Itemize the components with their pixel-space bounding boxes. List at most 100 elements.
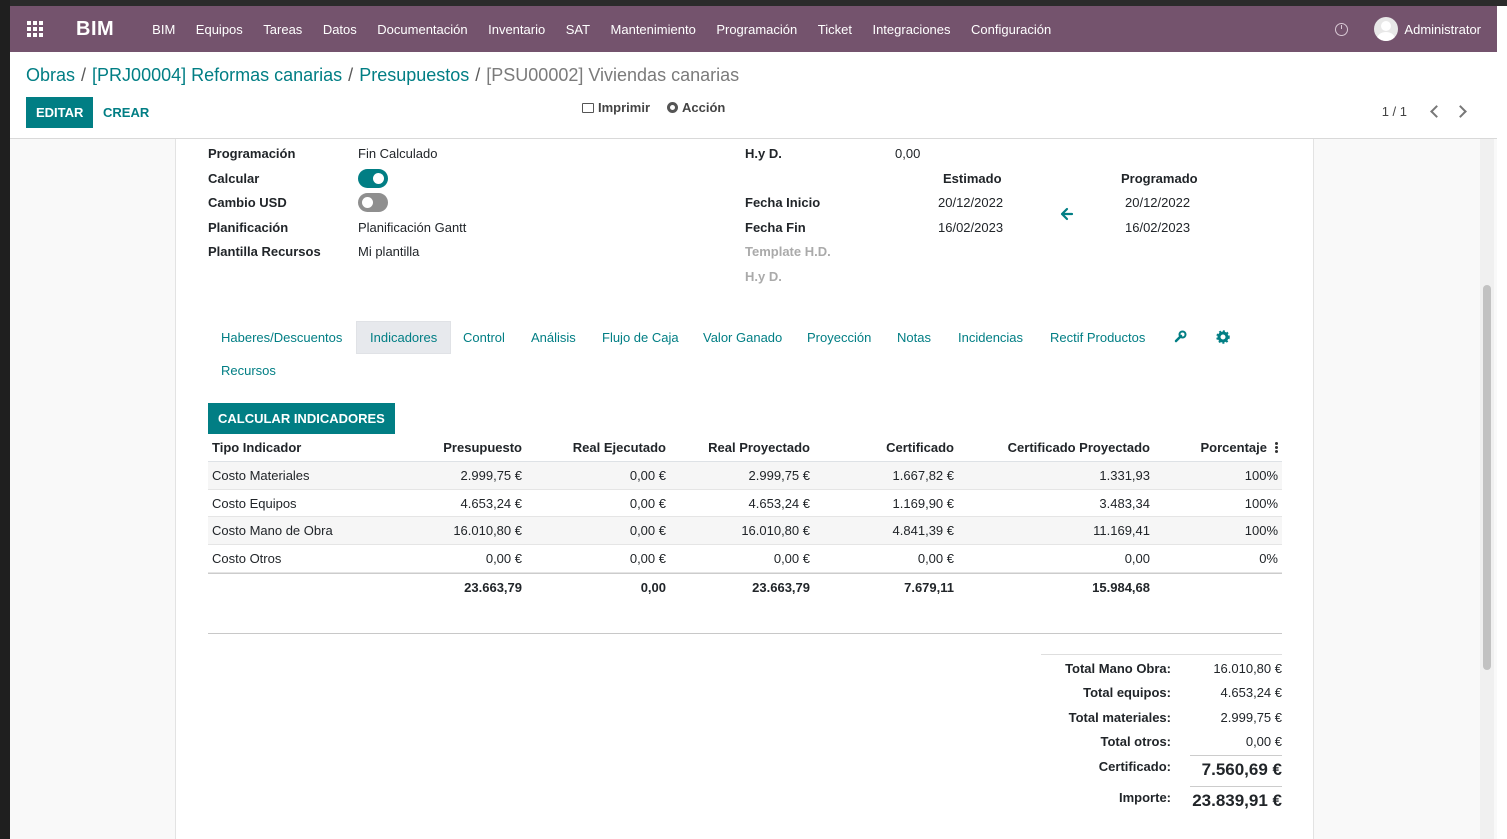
table-cell: Costo Materiales	[212, 467, 310, 483]
tab-notas[interactable]: Notas	[884, 321, 944, 354]
cambio-usd-toggle[interactable]	[358, 193, 388, 212]
table-row[interactable]: Costo Otros 0,00 € 0,00 € 0,00 € 0,00 € 0,00 0…	[208, 545, 1282, 573]
tab-recursos[interactable]: Recursos	[208, 354, 289, 387]
programacion-field[interactable]: Fin Calculado	[358, 146, 438, 161]
header-tipo-indicador[interactable]: Tipo Indicador	[212, 433, 301, 461]
column-options-icon[interactable]	[1269, 433, 1278, 461]
calcular-toggle[interactable]	[358, 169, 388, 188]
table-footer: 23.663,79 0,00 23.663,79 7.679,11 15.984…	[208, 572, 1282, 601]
breadcrumb: Obras / [PRJ00004] Reformas canarias / Presu…	[26, 65, 739, 86]
tab-valor-ganado[interactable]: Valor Ganado	[690, 321, 795, 354]
total-presupuesto: 23.663,79	[464, 579, 522, 595]
menu-item-mantenimiento[interactable]: Mantenimiento	[611, 22, 696, 37]
total-mano-obra-value: 16.010,80 €	[1213, 661, 1282, 676]
menu-item-programacion[interactable]: Programación	[716, 22, 797, 37]
arrow-left-icon[interactable]	[1060, 207, 1074, 221]
table-cell: 3.483,34	[1099, 495, 1150, 511]
table-cell: 2.999,75 €	[748, 467, 810, 483]
main-menu: BIM Equipos Tareas Datos Documentación I…	[152, 22, 1072, 37]
breadcrumb-project[interactable]: [PRJ00004] Reformas canarias	[92, 65, 342, 85]
gear-icon[interactable]	[1216, 330, 1230, 344]
app-brand[interactable]: BIM	[76, 18, 114, 41]
print-button[interactable]: Imprimir	[582, 100, 650, 115]
menu-item-tareas[interactable]: Tareas	[263, 22, 302, 37]
table-cell: 100%	[1244, 523, 1278, 539]
menu-item-configuracion[interactable]: Configuración	[971, 22, 1051, 37]
apps-menu-icon[interactable]	[10, 6, 60, 52]
table-cell: 11.169,41	[1093, 523, 1150, 539]
tab-analisis[interactable]: Análisis	[518, 321, 589, 354]
table-cell: 1.169,90 €	[892, 495, 954, 511]
fecha-fin-programado[interactable]: 16/02/2023	[1125, 220, 1190, 235]
header-certificado[interactable]: Certificado	[886, 433, 954, 461]
menu-item-datos[interactable]: Datos	[323, 22, 357, 37]
menu-item-ticket[interactable]: Ticket	[818, 22, 852, 37]
programado-header: Programado	[1121, 171, 1198, 186]
tab-flujo-de-caja[interactable]: Flujo de Caja	[589, 321, 692, 354]
create-button[interactable]: CREAR	[103, 97, 149, 128]
table-cell: 100%	[1244, 495, 1278, 511]
fecha-fin-estimado[interactable]: 16/02/2023	[938, 220, 1003, 235]
fecha-fin-label: Fecha Fin	[745, 220, 806, 235]
top-navbar: BIM BIM Equipos Tareas Datos Documentaci…	[10, 6, 1497, 52]
breadcrumb-presupuestos[interactable]: Presupuestos	[359, 65, 469, 85]
table-row[interactable]: Costo Equipos 4.653,24 € 0,00 € 4.653,24 € 1…	[208, 490, 1282, 518]
header-presupuesto[interactable]: Presupuesto	[443, 433, 522, 461]
tab-incidencias[interactable]: Incidencias	[945, 321, 1036, 354]
total-otros-value: 0,00 €	[1245, 734, 1282, 749]
avatar[interactable]	[1374, 17, 1399, 41]
tab-control[interactable]: Control	[450, 321, 518, 354]
menu-item-integraciones[interactable]: Integraciones	[872, 22, 950, 37]
table-body: Costo Materiales 2.999,75 € 0,00 € 2.999,75…	[208, 462, 1282, 573]
table-cell: 100%	[1244, 467, 1278, 483]
table-row[interactable]: Costo Materiales 2.999,75 € 0,00 € 2.999,75…	[208, 462, 1282, 490]
gear-icon	[667, 102, 678, 113]
planificacion-field[interactable]: Planificación Gantt	[358, 220, 466, 235]
table-cell: 16.010,80 €	[453, 523, 522, 539]
summary-separator	[1190, 786, 1282, 787]
menu-item-bim[interactable]: BIM	[152, 22, 175, 37]
header-certificado-proyectado[interactable]: Certificado Proyectado	[1008, 433, 1150, 461]
wrench-icon[interactable]	[1173, 330, 1187, 344]
importe-value: 23.839,91 €	[1192, 791, 1282, 810]
total-real-ejecutado: 0,00	[640, 579, 666, 595]
fecha-inicio-label: Fecha Inicio	[745, 195, 821, 210]
table-cell: 4.653,24 €	[748, 495, 810, 511]
tab-indicadores[interactable]: Indicadores	[356, 321, 452, 354]
fecha-inicio-estimado[interactable]: 20/12/2022	[938, 195, 1003, 210]
menu-item-inventario[interactable]: Inventario	[488, 22, 545, 37]
scrollbar-thumb[interactable]	[1483, 285, 1491, 670]
edit-button[interactable]: EDITAR	[26, 97, 94, 128]
pager-value[interactable]: 1 / 1	[1382, 104, 1407, 119]
breadcrumb-separator: /	[348, 65, 354, 85]
calcular-label: Calcular	[208, 171, 260, 186]
total-certificado: 7.679,11	[904, 579, 954, 595]
table-cell: 4.841,39 €	[892, 523, 954, 539]
menu-item-sat[interactable]: SAT	[566, 22, 590, 37]
plantilla-recursos-field[interactable]: Mi plantilla	[358, 244, 419, 259]
breadcrumb-separator: /	[475, 65, 481, 85]
tab-proyeccion[interactable]: Proyección	[794, 321, 884, 354]
breadcrumb-separator: /	[81, 65, 87, 85]
tab-rectif-productos[interactable]: Rectif Productos	[1037, 321, 1158, 354]
user-menu[interactable]: Administrator	[1404, 22, 1481, 37]
header-real-ejecutado[interactable]: Real Ejecutado	[573, 433, 666, 461]
hyd-field[interactable]: 0,00	[895, 146, 920, 161]
programacion-label: Programación	[208, 146, 296, 161]
fecha-inicio-programado[interactable]: 20/12/2022	[1125, 195, 1190, 210]
calcular-indicadores-button[interactable]: CALCULAR INDICADORES	[208, 403, 395, 434]
table-cell: 0,00	[1124, 550, 1150, 566]
pager-next-icon[interactable]	[1454, 105, 1467, 118]
breadcrumb-current: [PSU00002] Viviendas canarias	[486, 65, 740, 85]
table-row[interactable]: Costo Mano de Obra 16.010,80 € 0,00 € 16.01…	[208, 517, 1282, 546]
menu-item-equipos[interactable]: Equipos	[196, 22, 243, 37]
menu-item-documentacion[interactable]: Documentación	[377, 22, 467, 37]
clock-icon[interactable]	[1335, 22, 1349, 36]
summary-separator	[1190, 755, 1282, 756]
header-porcentaje[interactable]: Porcentaje	[1201, 433, 1267, 461]
header-real-proyectado[interactable]: Real Proyectado	[708, 433, 810, 461]
tab-haberes-descuentos[interactable]: Haberes/Descuentos	[208, 321, 355, 354]
action-button[interactable]: Acción	[667, 100, 725, 115]
breadcrumb-obras[interactable]: Obras	[26, 65, 75, 85]
pager-previous-icon[interactable]	[1430, 105, 1443, 118]
